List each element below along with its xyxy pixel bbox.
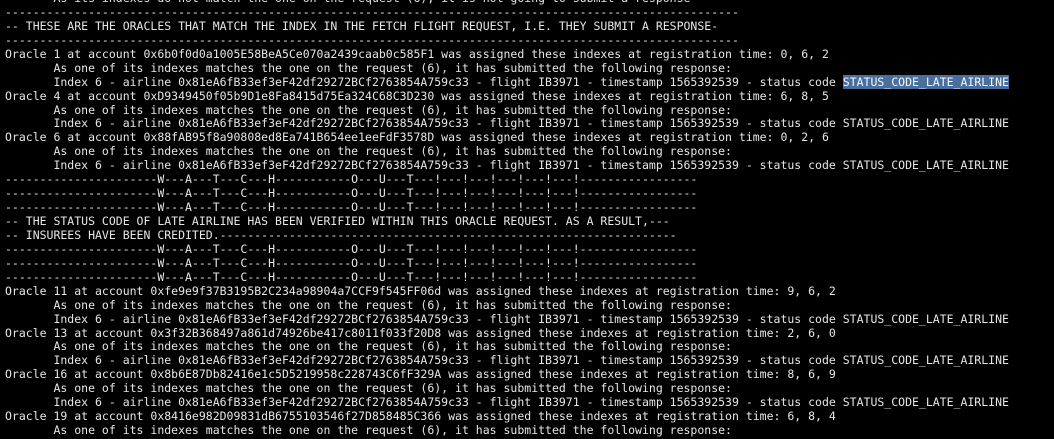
terminal-line-text: ----------------------W---A---T---C---H-… bbox=[5, 200, 698, 215]
terminal-line-text: As one of its indexes matches the one on… bbox=[5, 102, 732, 117]
terminal-line: As one of its indexes matches the one on… bbox=[0, 60, 1054, 76]
terminal-line: Index 6 - airline 0x81eA6fB33ef3eF42df29… bbox=[0, 353, 1054, 368]
terminal-line-text: Index 6 - airline 0x81eA6fB33ef3eF42df29… bbox=[5, 74, 843, 89]
terminal-line-text: Index 6 - airline 0x81eA6fB33ef3eF42df29… bbox=[5, 116, 1009, 131]
terminal-line: Oracle 19 at account 0x8416e982D09831dB6… bbox=[0, 409, 1054, 424]
terminal-line-text: As one of its indexes matches the one on… bbox=[5, 423, 732, 438]
terminal-line: Oracle 1 at account 0x6b0f0d0a1005E58BeA… bbox=[0, 46, 1054, 62]
terminal-line-text: Oracle 4 at account 0xD9349450f05b9D1e8F… bbox=[5, 88, 829, 103]
terminal-line-text: Oracle 11 at account 0xfe9e9f37B3195B2C2… bbox=[5, 283, 836, 298]
terminal-output[interactable]: As its indexes do not match the one on t… bbox=[0, 0, 1054, 438]
terminal-line: ----------------------W---A---T---C---H-… bbox=[0, 241, 1054, 257]
terminal-line: ----------------------W---A---T---C---H-… bbox=[0, 186, 1054, 201]
terminal-line-text: As one of its indexes matches the one on… bbox=[5, 381, 732, 396]
terminal-line-text: ----------------------------------------… bbox=[5, 4, 739, 19]
terminal-line: -- INSUREES HAVE BEEN CREDITED.---------… bbox=[0, 227, 1054, 243]
terminal-line-text: Index 6 - airline 0x81eA6fB33ef3eF42df29… bbox=[5, 311, 1009, 326]
terminal-line-text: Index 6 - airline 0x81eA6fB33ef3eF42df29… bbox=[5, 395, 1009, 410]
terminal-line-text: Oracle 16 at account 0x8b6E87Db82416e1c5… bbox=[5, 367, 836, 382]
terminal-line: Index 6 - airline 0x81eA6fB33ef3eF42df29… bbox=[0, 311, 1054, 327]
terminal-line: As one of its indexes matches the one on… bbox=[0, 144, 1054, 159]
terminal-line: ----------------------W---A---T---C---H-… bbox=[0, 255, 1054, 271]
terminal-line: ----------------------W---A---T---C---H-… bbox=[0, 200, 1054, 215]
terminal-line-text: As one of its indexes matches the one on… bbox=[5, 60, 732, 75]
terminal-line: As one of its indexes matches the one on… bbox=[0, 297, 1054, 313]
terminal-line: -- THE STATUS CODE OF LATE AIRLINE HAS B… bbox=[0, 214, 1054, 229]
terminal-line: Index 6 - airline 0x81eA6fB33ef3eF42df29… bbox=[0, 74, 1054, 90]
terminal-line: Index 6 - airline 0x81eA6fB33ef3eF42df29… bbox=[0, 158, 1054, 173]
terminal-line-text: Oracle 6 at account 0x88fAB95f8a90808ed8… bbox=[5, 130, 829, 145]
terminal-line-text: ----------------------W---A---T---C---H-… bbox=[5, 269, 698, 284]
terminal-line-text: -- INSUREES HAVE BEEN CREDITED.---------… bbox=[5, 227, 677, 242]
terminal-line-text: Index 6 - airline 0x81eA6fB33ef3eF42df29… bbox=[5, 353, 1009, 368]
terminal-line: As one of its indexes matches the one on… bbox=[0, 339, 1054, 354]
terminal-line-text: Oracle 1 at account 0x6b0f0d0a1005E58BeA… bbox=[5, 46, 829, 61]
terminal-line-text: ----------------------W---A---T---C---H-… bbox=[5, 255, 698, 270]
terminal-line-text: -- THE STATUS CODE OF LATE AIRLINE HAS B… bbox=[5, 214, 670, 228]
terminal-line-text: -- THESE ARE THE ORACLES THAT MATCH THE … bbox=[5, 18, 719, 33]
terminal-line: Oracle 11 at account 0xfe9e9f37B3195B2C2… bbox=[0, 283, 1054, 299]
terminal-line: Oracle 13 at account 0x3f32B368497a861d7… bbox=[0, 325, 1054, 341]
terminal-line-text: Oracle 19 at account 0x8416e982D09831dB6… bbox=[5, 409, 836, 424]
terminal-line: As one of its indexes matches the one on… bbox=[0, 381, 1054, 396]
selected-text[interactable]: STATUS_CODE_LATE_AIRLINE bbox=[842, 74, 1009, 89]
terminal-line: Oracle 6 at account 0x88fAB95f8a90808ed8… bbox=[0, 130, 1054, 145]
terminal-line-text: Oracle 13 at account 0x3f32B368497a861d7… bbox=[5, 325, 836, 340]
terminal-line: ----------------------------------------… bbox=[0, 32, 1054, 48]
terminal-line: Index 6 - airline 0x81eA6fB33ef3eF42df29… bbox=[0, 395, 1054, 410]
terminal-line: -- THESE ARE THE ORACLES THAT MATCH THE … bbox=[0, 18, 1054, 34]
terminal-line-text: As one of its indexes matches the one on… bbox=[5, 297, 732, 312]
terminal-line-text: As one of its indexes matches the one on… bbox=[5, 144, 732, 159]
terminal-line: Oracle 16 at account 0x8b6E87Db82416e1c5… bbox=[0, 367, 1054, 382]
terminal-line: Oracle 4 at account 0xD9349450f05b9D1e8F… bbox=[0, 88, 1054, 104]
terminal-line-text: ----------------------W---A---T---C---H-… bbox=[5, 186, 698, 201]
terminal-line: ----------------------W---A---T---C---H-… bbox=[0, 172, 1054, 187]
terminal-line-text: As one of its indexes matches the one on… bbox=[5, 339, 732, 354]
terminal-line: ----------------------W---A---T---C---H-… bbox=[0, 269, 1054, 285]
terminal-line: As one of its indexes matches the one on… bbox=[0, 423, 1054, 438]
terminal-line-text: ----------------------W---A---T---C---H-… bbox=[5, 241, 698, 256]
terminal-line: ----------------------------------------… bbox=[0, 4, 1054, 20]
terminal-line-text: ----------------------------------------… bbox=[5, 32, 739, 47]
terminal-line-text: ----------------------W---A---T---C---H-… bbox=[5, 172, 698, 187]
terminal-line: Index 6 - airline 0x81eA6fB33ef3eF42df29… bbox=[0, 116, 1054, 131]
terminal-line: As one of its indexes matches the one on… bbox=[0, 102, 1054, 118]
terminal-line-text: Index 6 - airline 0x81eA6fB33ef3eF42df29… bbox=[5, 158, 1009, 173]
